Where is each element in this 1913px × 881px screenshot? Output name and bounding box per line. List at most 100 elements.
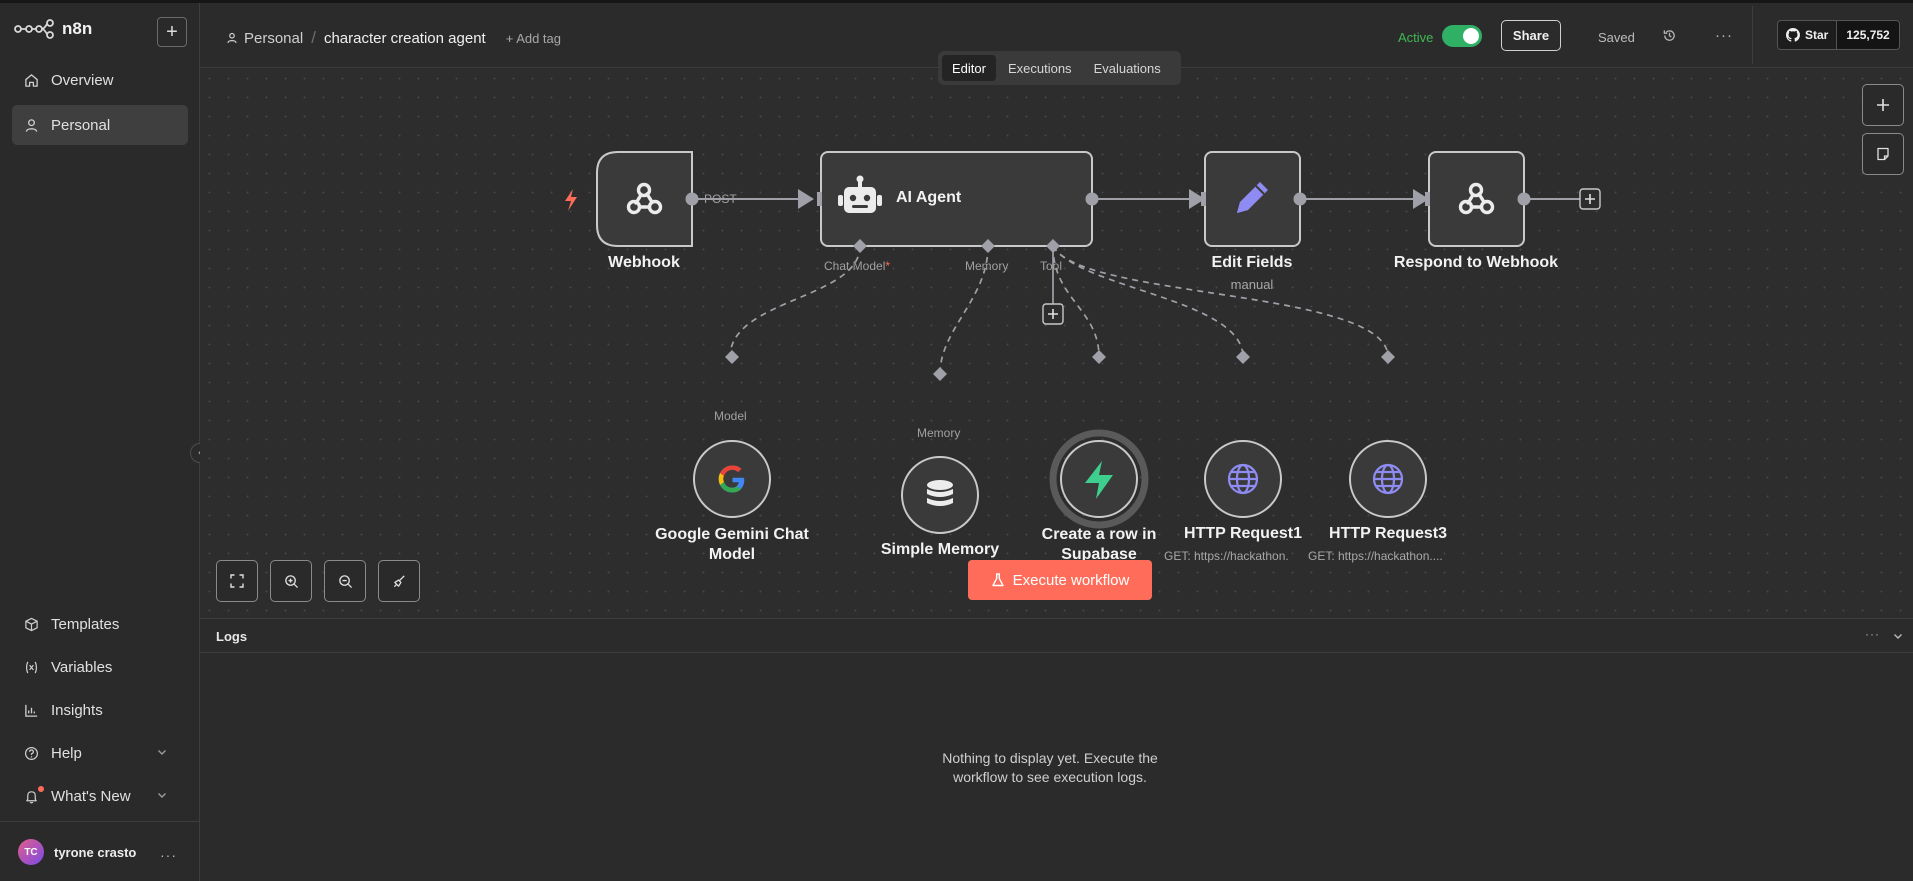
tab-executions[interactable]: Executions xyxy=(998,55,1082,81)
execute-workflow-button[interactable]: Execute workflow xyxy=(968,560,1152,600)
sidebar-item-variables[interactable]: Variables xyxy=(12,647,188,687)
logs-more-icon[interactable]: ··· xyxy=(1865,627,1880,641)
add-node-button[interactable] xyxy=(1862,84,1904,126)
add-tool-button[interactable] xyxy=(1042,303,1064,325)
chevron-down-icon xyxy=(158,793,166,798)
editfields-input-port xyxy=(1201,192,1206,206)
logs-title: Logs xyxy=(216,629,248,644)
memory-input-port xyxy=(933,367,947,381)
breadcrumb: Personal / character creation agent + Ad… xyxy=(226,28,561,48)
node-sub-edit-fields: manual xyxy=(1230,277,1274,292)
sidebar-item-templates[interactable]: Templates xyxy=(12,604,188,644)
flask-icon xyxy=(991,573,1004,587)
respond-output-port xyxy=(1517,192,1531,206)
avatar: TC xyxy=(18,839,44,865)
variable-icon xyxy=(25,661,38,673)
user-more-icon[interactable]: ··· xyxy=(160,847,177,863)
node-label-ai-agent: AI Agent xyxy=(896,189,962,206)
bell-icon xyxy=(26,790,37,803)
github-star: Star xyxy=(1778,21,1838,49)
active-toggle[interactable] xyxy=(1442,25,1482,47)
add-node-end-button[interactable] xyxy=(1579,188,1601,210)
help-icon xyxy=(24,746,39,760)
zoom-in-button[interactable] xyxy=(270,560,312,602)
zoom-out-button[interactable] xyxy=(324,560,366,602)
port-label-chat-model: Chat Model* xyxy=(824,259,890,273)
node-label-supabase-line1: Create a row in xyxy=(1041,526,1157,543)
supabase-input-port xyxy=(1092,350,1106,364)
logs-empty-line2: workflow to see execution logs. xyxy=(953,769,1147,785)
respond-input-port xyxy=(1425,192,1430,206)
zoom-fit-button[interactable] xyxy=(216,560,258,602)
sidebar-item-whats-new[interactable]: What's New xyxy=(12,776,188,816)
sidebar-divider xyxy=(0,821,200,822)
user-menu[interactable]: TC tyrone crasto xyxy=(18,839,136,865)
node-sub-http3: GET: https://hackathon.... xyxy=(1308,549,1443,563)
more-options-icon[interactable]: ··· xyxy=(1715,27,1733,44)
header-divider xyxy=(1752,6,1753,64)
breadcrumb-separator: / xyxy=(311,28,316,47)
agent-input-port xyxy=(817,192,822,206)
sidebar-item-label: Personal xyxy=(51,116,111,134)
port-label-tool: Tool xyxy=(1040,259,1063,273)
workflow-name[interactable]: character creation agent xyxy=(324,30,486,47)
notification-dot xyxy=(38,786,44,792)
fit-view-icon xyxy=(230,574,244,588)
n8n-logo-icon xyxy=(14,19,54,39)
logs-empty-message: Nothing to display yet. Execute the work… xyxy=(920,749,1180,787)
create-button[interactable]: + xyxy=(157,17,187,47)
port-label-chat-model-text: Chat Model xyxy=(824,259,886,273)
zoom-in-icon xyxy=(284,574,298,588)
node-respond-to-webhook[interactable] xyxy=(1428,151,1525,247)
editor-tabs: Editor Executions Evaluations xyxy=(938,51,1181,85)
saved-status: Saved xyxy=(1598,30,1635,45)
breadcrumb-project[interactable]: Personal xyxy=(226,30,303,47)
sub-node-gemini xyxy=(693,440,771,518)
node-label-respond: Respond to Webhook xyxy=(1393,254,1559,271)
node-label-gemini: Google Gemini Chat Model xyxy=(632,525,832,565)
sidebar-item-help[interactable]: Help xyxy=(12,733,188,773)
sidebar-item-overview[interactable]: Overview xyxy=(12,60,188,100)
add-sticky-button[interactable] xyxy=(1862,133,1904,175)
tidy-up-button[interactable] xyxy=(378,560,420,602)
node-webhook[interactable] xyxy=(596,151,693,247)
add-tag-button[interactable]: + Add tag xyxy=(506,31,561,46)
sidebar: n8n + Overview Personal Templates Variab… xyxy=(0,3,200,881)
node-label-gemini-line2: Model xyxy=(708,546,756,563)
edge-label-post: POST xyxy=(704,192,737,206)
history-icon[interactable] xyxy=(1662,28,1677,43)
sidebar-item-personal[interactable]: Personal xyxy=(12,105,188,145)
node-sub-http1: GET: https://hackathon. xyxy=(1164,549,1289,563)
github-star-button[interactable]: Star 125,752 xyxy=(1777,20,1900,50)
sidebar-item-label: What's New xyxy=(51,787,131,805)
logs-header[interactable]: Logs ··· xyxy=(200,619,1913,653)
node-label-gemini-line1: Google Gemini Chat xyxy=(655,526,809,543)
zoom-out-icon xyxy=(338,574,352,588)
app-logo[interactable]: n8n xyxy=(14,19,92,39)
tab-evaluations[interactable]: Evaluations xyxy=(1084,55,1171,81)
port-label-memory-in: Memory xyxy=(917,426,961,440)
sidebar-item-label: Overview xyxy=(51,71,114,89)
node-label-webhook: Webhook xyxy=(608,254,680,271)
logs-empty-line1: Nothing to display yet. Execute the xyxy=(942,750,1158,766)
webhook-output-port xyxy=(685,192,699,206)
workflow-canvas[interactable]: POST Webhook AI Agent Edit Fields manual… xyxy=(200,69,1913,618)
execute-workflow-label: Execute workflow xyxy=(1012,571,1130,589)
port-label-memory: Memory xyxy=(965,259,1009,273)
required-mark: * xyxy=(885,259,891,273)
user-name: tyrone crasto xyxy=(54,844,137,860)
toggle-knob xyxy=(1463,28,1479,44)
port-label-model-in: Model xyxy=(714,409,747,423)
gemini-input-port xyxy=(725,350,739,364)
node-label-http3: HTTP Request3 xyxy=(1329,525,1447,542)
editfields-output-port xyxy=(1293,192,1307,206)
share-button[interactable]: Share xyxy=(1501,20,1561,51)
node-edit-fields[interactable] xyxy=(1204,151,1301,247)
tab-editor[interactable]: Editor xyxy=(942,55,996,81)
chevron-down-icon[interactable] xyxy=(1892,630,1904,642)
chevron-down-icon xyxy=(158,750,166,755)
plus-icon xyxy=(1877,99,1889,111)
sidebar-item-insights[interactable]: Insights xyxy=(12,690,188,730)
database-icon xyxy=(927,480,953,506)
sidebar-item-label: Insights xyxy=(51,701,103,719)
